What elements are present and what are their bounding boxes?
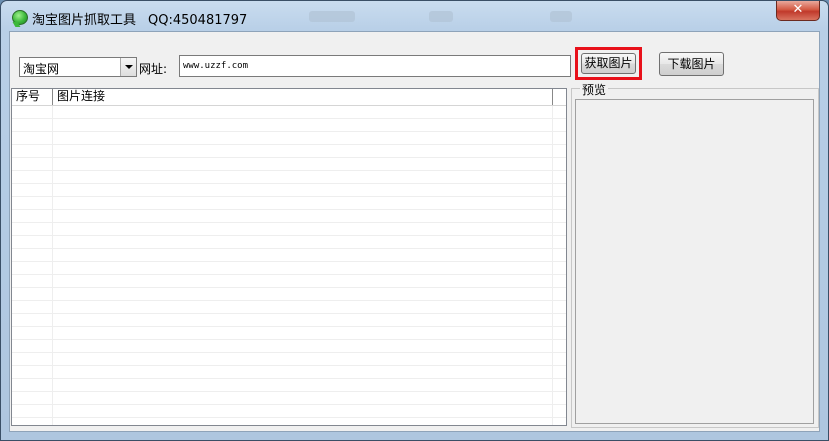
list-body[interactable] — [12, 106, 566, 425]
app-window: 淘宝图片抓取工具 QQ:450481797 ✕ 淘宝网 网址: www.uzzf.… — [0, 0, 829, 441]
preview-legend: 预览 — [580, 81, 609, 98]
fetch-images-button[interactable]: 获取图片 — [581, 53, 636, 74]
download-images-button[interactable]: 下载图片 — [659, 52, 724, 76]
app-logo-icon — [12, 10, 28, 25]
blurred-title-area — [429, 11, 453, 22]
chevron-down-icon[interactable] — [120, 58, 136, 76]
app-name: 淘宝图片抓取工具 — [32, 13, 137, 28]
image-link-list[interactable]: 序号 图片连接 — [11, 88, 567, 426]
title-bar[interactable]: 淘宝图片抓取工具 QQ:450481797 ✕ — [1, 1, 828, 31]
preview-image-area — [575, 99, 814, 424]
site-dropdown[interactable]: 淘宝网 — [19, 57, 137, 77]
blurred-title-area — [550, 11, 572, 22]
column-divider — [52, 106, 53, 425]
fetch-button-highlight: 获取图片 — [575, 47, 642, 80]
column-header-index[interactable]: 序号 — [12, 89, 53, 105]
site-dropdown-value: 淘宝网 — [23, 62, 60, 76]
client-area: 淘宝网 网址: www.uzzf.com 获取图片 下载图片 序号 图片连接 预… — [9, 31, 820, 432]
list-header: 序号 图片连接 — [12, 89, 566, 106]
window-title: 淘宝图片抓取工具 QQ:450481797 — [32, 9, 247, 28]
column-header-image-link[interactable]: 图片连接 — [53, 89, 553, 105]
blurred-title-area — [309, 11, 355, 22]
close-button[interactable]: ✕ — [776, 1, 820, 21]
column-divider — [552, 106, 553, 425]
close-icon: ✕ — [792, 2, 804, 17]
preview-group: 预览 — [571, 81, 819, 428]
url-label: 网址: — [139, 62, 168, 76]
qq-number: QQ:450481797 — [148, 13, 248, 28]
url-input[interactable]: www.uzzf.com — [179, 55, 571, 77]
